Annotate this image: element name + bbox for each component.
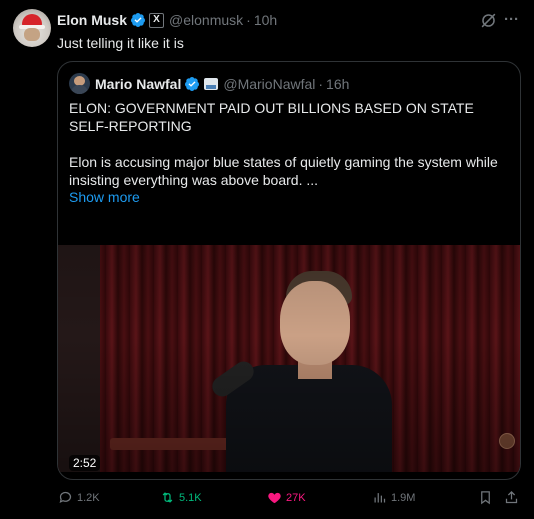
- share-button[interactable]: [504, 490, 519, 505]
- video-player[interactable]: 2:52: [58, 245, 520, 472]
- verified-badge-icon: [185, 77, 200, 91]
- view-count: 1.9M: [391, 491, 416, 504]
- post-time[interactable]: 10h: [254, 12, 277, 28]
- quoted-post-time[interactable]: 16h: [326, 76, 349, 92]
- bookmark-button[interactable]: [478, 490, 493, 505]
- like-icon: [268, 492, 281, 504]
- avatar-face: [24, 28, 40, 41]
- author-name[interactable]: Elon Musk: [57, 12, 127, 28]
- more-icon[interactable]: ···: [504, 11, 519, 28]
- quoted-author-avatar[interactable]: [69, 73, 90, 94]
- views-icon: [374, 493, 386, 503]
- show-more-link[interactable]: Show more: [69, 189, 140, 205]
- grok-icon[interactable]: [480, 12, 497, 29]
- separator: ·: [318, 76, 324, 92]
- quoted-author-name[interactable]: Mario Nawfal: [95, 76, 181, 92]
- action-bar: 1.2K 5.1K 27K 1.9M: [0, 490, 534, 510]
- quoted-headline: ELON: GOVERNMENT PAID OUT BILLIONS BASED…: [69, 100, 474, 134]
- post-header: Elon Musk X @elonmusk · 10h: [57, 11, 277, 29]
- quoted-author-handle[interactable]: @MarioNawfal: [223, 76, 315, 92]
- repost-button[interactable]: 5.1K: [160, 490, 202, 505]
- repost-count: 5.1K: [179, 491, 202, 504]
- video-duration: 2:52: [69, 455, 101, 471]
- repost-icon: [162, 492, 173, 503]
- quoted-body: Elon is accusing major blue states of qu…: [69, 154, 498, 188]
- share-icon: [505, 490, 518, 504]
- like-count: 27K: [286, 491, 306, 504]
- x-affiliation-icon[interactable]: X: [149, 12, 165, 28]
- like-button[interactable]: 27K: [267, 490, 306, 505]
- avatar-body: [71, 85, 88, 94]
- image-badge-icon: [204, 78, 219, 90]
- reply-count: 1.2K: [77, 491, 100, 504]
- author-handle[interactable]: @elonmusk: [169, 12, 243, 28]
- quoted-post[interactable]: Mario Nawfal @MarioNawfal · 16h ELON: GO…: [57, 61, 521, 480]
- video-shade: [58, 245, 520, 472]
- quoted-post-header: Mario Nawfal @MarioNawfal · 16h: [95, 75, 349, 93]
- reply-button[interactable]: 1.2K: [58, 490, 100, 505]
- bookmark-icon: [481, 491, 490, 505]
- post-text: Just telling it like it is: [57, 35, 184, 51]
- author-avatar[interactable]: [13, 9, 51, 47]
- post[interactable]: Elon Musk X @elonmusk · 10h ··· Just tel…: [0, 0, 534, 519]
- views-button[interactable]: 1.9M: [372, 490, 415, 505]
- separator: ·: [246, 12, 251, 28]
- reply-icon: [59, 491, 72, 503]
- verified-badge-icon: [131, 13, 146, 27]
